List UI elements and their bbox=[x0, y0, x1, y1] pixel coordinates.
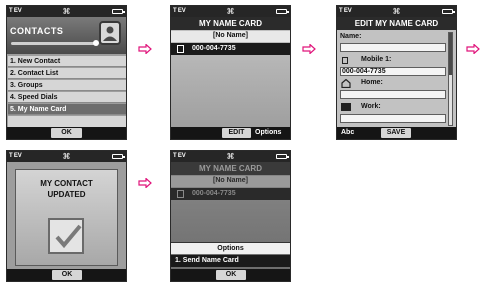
status-bar: T EV ⌘ bbox=[7, 151, 126, 162]
work-icon bbox=[341, 103, 351, 111]
options-button[interactable]: Options bbox=[255, 127, 281, 139]
card-number-row[interactable]: 000-004-7735 bbox=[171, 43, 290, 55]
message-dialog: MY CONTACT UPDATED bbox=[15, 169, 118, 266]
save-button[interactable]: SAVE bbox=[381, 128, 411, 138]
card-number: 000-004-7735 bbox=[192, 45, 236, 52]
status-bar: T EV ⌘ bbox=[337, 6, 456, 17]
signal-icon: T EV bbox=[339, 8, 352, 14]
contacts-header: CONTACTS bbox=[7, 17, 126, 54]
signal-icon: T EV bbox=[9, 153, 22, 159]
scrollbar[interactable] bbox=[448, 32, 453, 126]
page-title: MY NAME CARD bbox=[171, 162, 290, 175]
soft-key-bar: OK bbox=[7, 269, 126, 281]
arrow-right-icon bbox=[466, 44, 480, 54]
home-field[interactable] bbox=[340, 90, 446, 99]
mobile-label: Mobile 1: bbox=[361, 56, 392, 63]
network-icon: ⌘ bbox=[226, 152, 235, 161]
header-progress bbox=[11, 42, 96, 45]
edit-button[interactable]: EDIT bbox=[222, 128, 251, 138]
status-bar: T EV ⌘ bbox=[171, 6, 290, 17]
soft-key-bar: Abc SAVE bbox=[337, 127, 456, 139]
network-icon: ⌘ bbox=[392, 7, 401, 16]
contacts-book-icon bbox=[99, 21, 121, 45]
house-icon bbox=[341, 79, 351, 88]
screen-edit-my-name-card: T EV ⌘ EDIT MY NAME CARD Name: Mobile 1:… bbox=[336, 5, 457, 140]
battery-icon bbox=[276, 9, 289, 14]
menu-blank bbox=[8, 116, 126, 127]
message-line-1: MY CONTACT bbox=[40, 179, 93, 188]
screen-contacts-menu: T EV ⌘ CONTACTS 1. New Contact 2. Contac… bbox=[6, 5, 127, 140]
screen-name-card-options: T EV ⌘ MY NAME CARD [No Name] 000-004-77… bbox=[170, 150, 291, 282]
card-number: 000-004-7735 bbox=[192, 190, 236, 197]
battery-icon bbox=[442, 9, 455, 14]
phone-icon bbox=[342, 57, 348, 64]
work-field[interactable] bbox=[340, 114, 446, 123]
phone-icon bbox=[177, 190, 184, 198]
arrow-right-icon bbox=[302, 44, 316, 54]
soft-key-bar: OK bbox=[7, 127, 126, 139]
signal-icon: T EV bbox=[9, 8, 22, 14]
check-icon bbox=[48, 218, 84, 254]
card-name: [No Name] bbox=[171, 176, 290, 187]
screen-contact-updated: T EV ⌘ MY CONTACT UPDATED OK bbox=[6, 150, 127, 282]
soft-key-bar: OK bbox=[171, 269, 290, 281]
home-label: Home: bbox=[361, 79, 383, 86]
signal-icon: T EV bbox=[173, 8, 186, 14]
options-title: Options bbox=[171, 242, 290, 254]
text-mode-button[interactable]: Abc bbox=[341, 127, 354, 139]
network-icon: ⌘ bbox=[226, 7, 235, 16]
name-label: Name: bbox=[340, 33, 362, 40]
option-send-name-card[interactable]: 1. Send Name Card bbox=[171, 255, 290, 267]
page-title: EDIT MY NAME CARD bbox=[337, 17, 456, 30]
arrow-right-icon bbox=[138, 44, 152, 54]
page-title: MY NAME CARD bbox=[171, 17, 290, 30]
signal-icon: T EV bbox=[173, 153, 186, 159]
battery-icon bbox=[112, 9, 125, 14]
menu-item-contact-list[interactable]: 2. Contact List bbox=[8, 68, 126, 79]
scrollbar-thumb[interactable] bbox=[449, 33, 452, 75]
status-bar: T EV ⌘ bbox=[7, 6, 126, 17]
page-title: CONTACTS bbox=[10, 26, 64, 36]
menu-item-new-contact[interactable]: 1. New Contact bbox=[8, 56, 126, 67]
message-line-2: UPDATED bbox=[47, 190, 86, 199]
menu-item-speed-dials[interactable]: 4. Speed Dials bbox=[8, 92, 126, 103]
card-number-row: 000-004-7735 bbox=[171, 188, 290, 200]
ok-button[interactable]: OK bbox=[216, 270, 246, 280]
battery-icon bbox=[112, 154, 125, 159]
screen-my-name-card: T EV ⌘ MY NAME CARD [No Name] 000-004-77… bbox=[170, 5, 291, 140]
ok-button[interactable]: OK bbox=[52, 270, 82, 280]
soft-key-bar: EDIT Options bbox=[171, 127, 290, 139]
name-field[interactable] bbox=[340, 43, 446, 52]
arrow-right-icon bbox=[138, 178, 152, 188]
work-label: Work: bbox=[361, 103, 381, 110]
mobile-field[interactable]: 000-004-7735 bbox=[340, 67, 446, 76]
menu-item-groups[interactable]: 3. Groups bbox=[8, 80, 126, 91]
ok-button[interactable]: OK bbox=[51, 128, 82, 138]
menu-item-my-name-card[interactable]: 5. My Name Card bbox=[8, 104, 126, 115]
status-bar: T EV ⌘ bbox=[171, 151, 290, 162]
network-icon: ⌘ bbox=[62, 152, 71, 161]
network-icon: ⌘ bbox=[62, 7, 71, 16]
card-name: [No Name] bbox=[171, 31, 290, 42]
battery-icon bbox=[276, 154, 289, 159]
phone-icon bbox=[177, 45, 184, 53]
